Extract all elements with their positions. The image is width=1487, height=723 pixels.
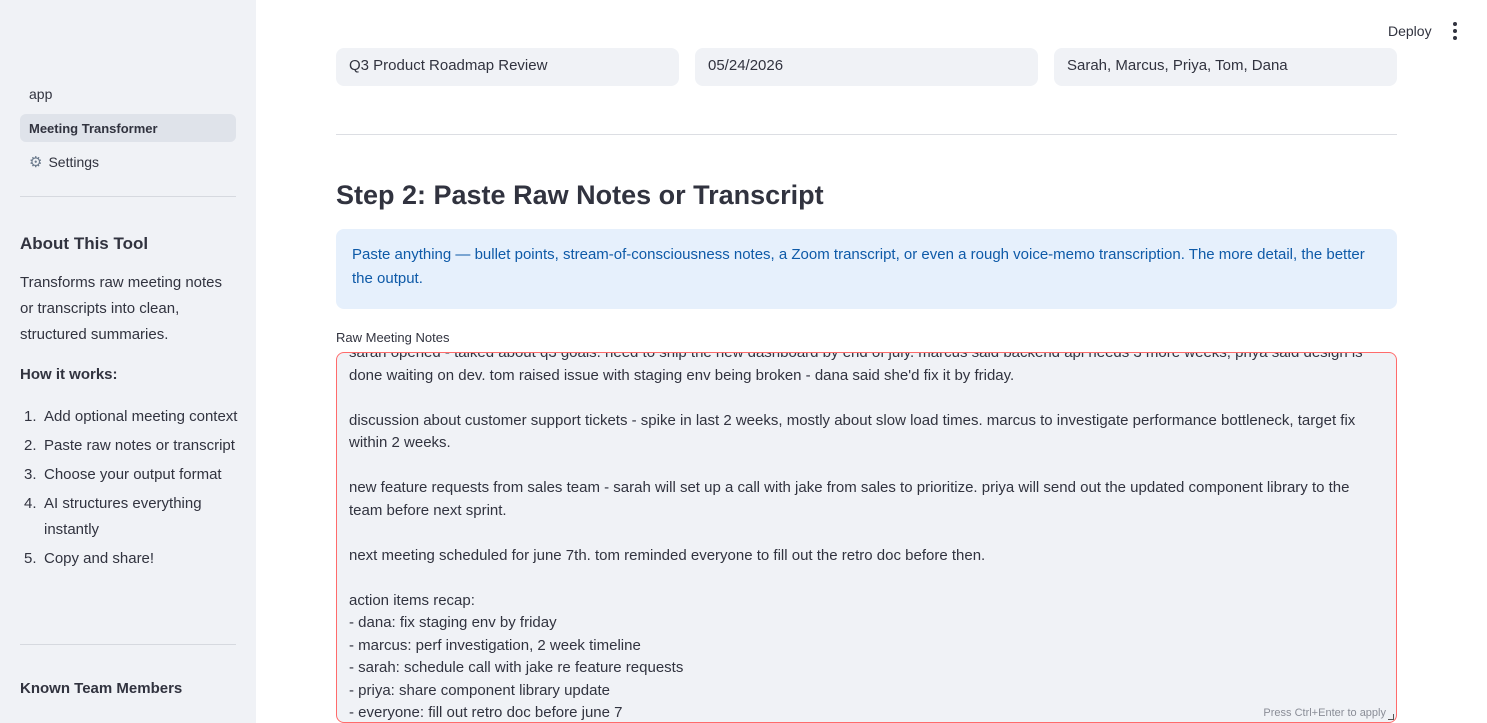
sidebar-nav: app Meeting Transformer ⚙ Settings — [20, 80, 236, 182]
list-item: 2. Paste raw notes or transcript — [24, 437, 235, 454]
nav-item-label: Settings — [48, 154, 100, 170]
sidebar-divider — [20, 196, 236, 197]
nav-item-label: Meeting Transformer — [29, 120, 158, 136]
nav-item-app[interactable]: app — [20, 80, 236, 108]
resize-handle-icon[interactable] — [1388, 714, 1394, 720]
apply-hint: Press Ctrl+Enter to apply — [1263, 707, 1386, 719]
more-menu-icon[interactable] — [1446, 20, 1464, 42]
attendees-input[interactable]: Sarah, Marcus, Priya, Tom, Dana — [1054, 48, 1397, 86]
nav-item-label: app — [29, 86, 53, 102]
meeting-title-input[interactable]: Q3 Product Roadmap Review — [336, 48, 679, 86]
team-members-heading: Known Team Members — [20, 680, 183, 697]
gear-icon: ⚙ — [29, 154, 43, 171]
list-item: 4. AI structures everything instantly — [24, 495, 202, 538]
meeting-date-input[interactable]: 05/24/2026 — [695, 48, 1038, 86]
nav-item-settings[interactable]: ⚙ Settings — [20, 148, 236, 176]
sidebar-divider — [20, 644, 236, 645]
nav-item-meeting-transformer[interactable]: Meeting Transformer — [20, 114, 236, 142]
step2-heading: Step 2: Paste Raw Notes or Transcript — [336, 180, 824, 210]
sidebar: app Meeting Transformer ⚙ Settings About… — [0, 0, 256, 723]
info-callout: Paste anything — bullet points, stream-o… — [336, 229, 1397, 309]
list-item: 5. Copy and share! — [24, 550, 155, 567]
how-it-works-list: 1. Add optional meeting context 2. Paste r… — [20, 404, 240, 575]
list-item: 3. Choose your output format — [24, 466, 222, 483]
raw-notes-text: sarah opened - talked about q3 goals. ne… — [349, 352, 1363, 721]
list-item: 1. Add optional meeting context — [24, 408, 238, 425]
about-heading: About This Tool — [20, 234, 149, 253]
about-text: Transforms raw meeting notes or transcri… — [20, 274, 223, 343]
raw-notes-textarea[interactable]: sarah opened - talked about q3 goals. ne… — [336, 352, 1397, 723]
deploy-button[interactable]: Deploy — [1378, 19, 1442, 43]
how-it-works-heading: How it works: — [20, 366, 118, 383]
section-divider — [336, 134, 1397, 135]
raw-notes-label: Raw Meeting Notes — [336, 330, 450, 345]
